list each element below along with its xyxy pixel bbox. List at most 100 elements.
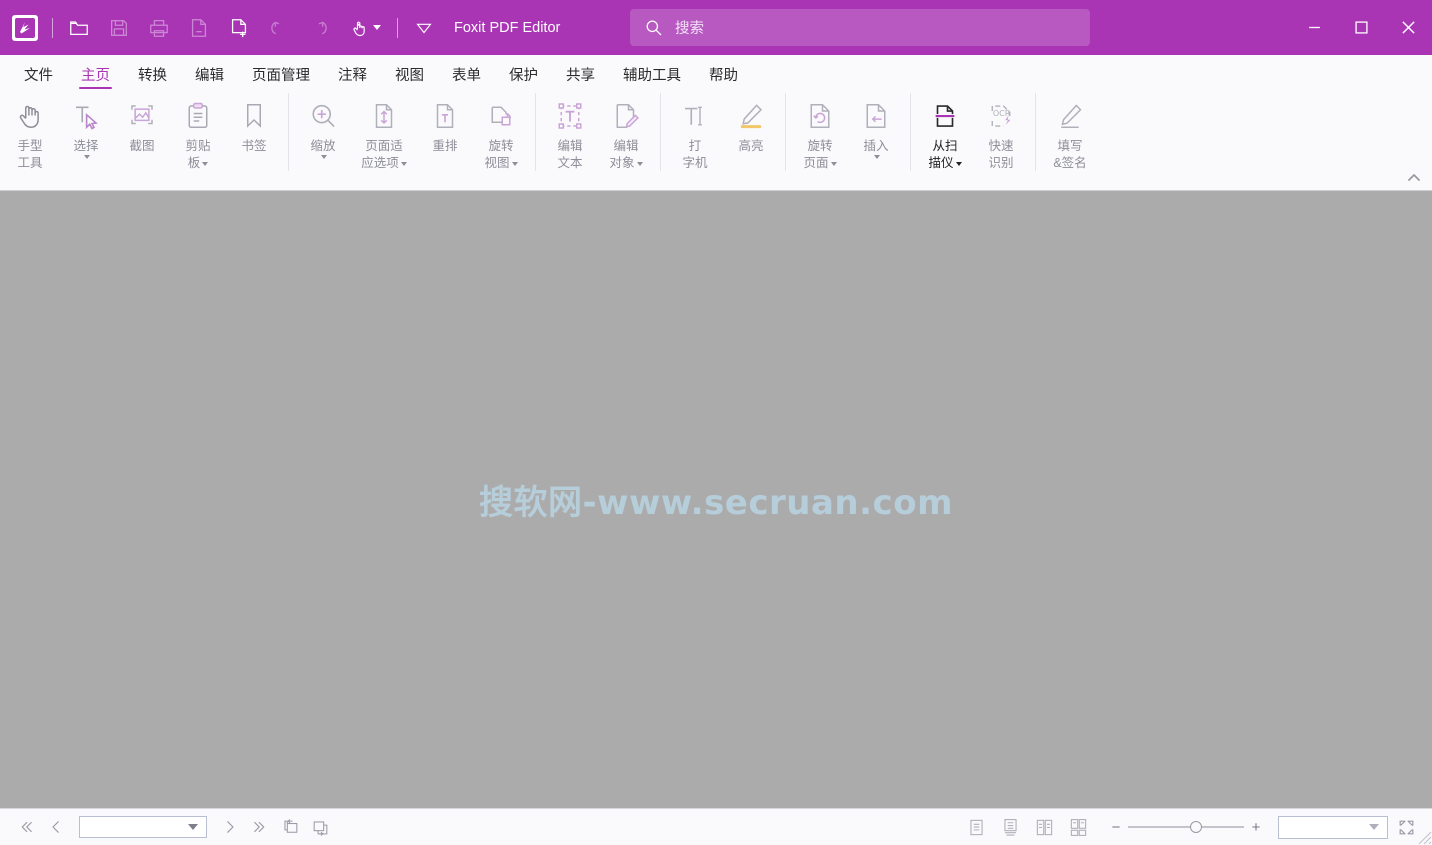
ribbon-label-line2: 对象	[598, 156, 654, 171]
ribbon-label-line2: 识别	[988, 156, 1014, 170]
ribbon-button-select[interactable]: 选择	[58, 90, 114, 176]
last-page-button[interactable]	[246, 813, 274, 841]
fullscreen-button[interactable]	[1390, 812, 1422, 842]
next-page-button[interactable]	[216, 813, 244, 841]
undo-button[interactable]	[259, 8, 299, 48]
edit-text-icon	[555, 95, 585, 137]
zoom-slider-control[interactable]: − +	[1108, 819, 1264, 836]
hand-tool-icon	[15, 95, 45, 137]
ribbon-button-bookmark[interactable]: 书签	[226, 90, 282, 176]
fill-sign-pen-icon	[1055, 95, 1085, 137]
tab-protect[interactable]: 保护	[495, 68, 552, 91]
tab-form[interactable]: 表单	[438, 68, 495, 91]
search-icon	[644, 18, 663, 37]
ribbon-label-line2: 页面	[792, 156, 848, 171]
chevron-right-icon	[227, 821, 234, 833]
qat-separator-2	[397, 17, 398, 38]
search-input[interactable]: 搜索	[630, 9, 1090, 46]
ribbon-button-hand-tool[interactable]: 手型 工具	[2, 90, 58, 176]
ribbon-group-edit: 编辑 文本 编辑 对象	[542, 90, 654, 180]
print-button[interactable]	[139, 8, 179, 48]
tab-share[interactable]: 共享	[552, 68, 609, 91]
ribbon-label-line1: 高亮	[738, 139, 764, 153]
page-navigation	[0, 813, 334, 841]
chevron-up-icon	[1408, 173, 1420, 181]
ribbon-button-insert-page[interactable]: 插入	[848, 90, 904, 176]
ribbon-button-quick-ocr[interactable]: OCR 快速 识别	[973, 90, 1029, 176]
tab-home[interactable]: 主页	[67, 68, 124, 91]
ribbon-button-edit-object[interactable]: 编辑 对象	[598, 90, 654, 176]
redo-button[interactable]	[299, 8, 339, 48]
chevron-down-icon	[830, 161, 837, 166]
tab-edit[interactable]: 编辑	[181, 68, 238, 91]
email-button[interactable]	[179, 8, 219, 48]
close-button[interactable]	[1385, 0, 1432, 55]
page-number-input[interactable]	[79, 816, 207, 838]
single-page-view-button[interactable]	[960, 812, 992, 842]
ribbon-button-rotate-page[interactable]: 旋转 页面	[792, 90, 848, 176]
collapse-ribbon-button[interactable]	[1404, 168, 1424, 186]
ribbon-button-reflow[interactable]: 重排	[417, 90, 473, 176]
ribbon-button-fill-and-sign[interactable]: 填写 &签名	[1042, 90, 1098, 176]
ribbon-dropdown-caret[interactable]	[82, 155, 90, 159]
printer-icon	[148, 17, 170, 39]
zoom-level-dropdown[interactable]	[1278, 815, 1388, 839]
document-viewport[interactable]: 搜软网-www.secruan.com	[0, 190, 1432, 808]
open-file-button[interactable]	[59, 8, 99, 48]
save-button[interactable]	[99, 8, 139, 48]
tab-comment[interactable]: 注释	[324, 68, 381, 91]
document-plus-icon	[228, 17, 250, 39]
ribbon-label-line1: 插入	[863, 139, 889, 153]
ocr-icon: OCR	[986, 95, 1016, 137]
maximize-button[interactable]	[1338, 0, 1385, 55]
tab-accessibility[interactable]: 辅助工具	[609, 68, 695, 91]
reflow-text-icon	[430, 95, 460, 137]
zoom-slider-track[interactable]	[1128, 821, 1244, 833]
two-page-view-button[interactable]	[1028, 812, 1060, 842]
ribbon-label-line1: 剪贴	[185, 139, 211, 153]
first-page-button[interactable]	[12, 813, 40, 841]
ribbon-button-highlight[interactable]: 高亮	[723, 90, 779, 176]
ribbon-button-fit-page[interactable]: 页面适 应选项	[351, 90, 417, 176]
ribbon-button-from-scanner[interactable]: 从扫 描仪	[917, 90, 973, 176]
ribbon-dropdown-caret[interactable]	[872, 155, 880, 159]
ribbon-button-clipboard[interactable]: 剪贴 板	[170, 90, 226, 176]
select-text-icon	[71, 95, 101, 137]
ribbon-button-snapshot[interactable]: 截图	[114, 90, 170, 176]
continuous-scroll-view-button[interactable]	[994, 812, 1026, 842]
ribbon-dropdown-caret[interactable]	[319, 155, 327, 159]
quick-access-toolbar: Foxit PDF Editor	[0, 8, 560, 48]
ribbon-label-line1: 编辑	[557, 139, 583, 153]
ribbon-label-line1: 旋转	[807, 139, 833, 153]
two-page-continuous-view-button[interactable]	[1062, 812, 1094, 842]
folder-open-icon	[68, 17, 90, 39]
zoom-in-button[interactable]: +	[1248, 819, 1264, 836]
chevron-down-icon	[955, 161, 962, 166]
ribbon-button-typewriter[interactable]: 打 字机	[667, 90, 723, 176]
ribbon-label-line2: 文本	[557, 156, 583, 170]
rotate-page-icon	[805, 95, 835, 137]
customize-toolbar-button[interactable]	[404, 8, 444, 48]
ribbon-label-line1: 重排	[432, 139, 458, 153]
foxit-logo-icon	[12, 14, 38, 41]
rotate-view-icon	[486, 95, 516, 137]
tab-file[interactable]: 文件	[10, 68, 67, 91]
ribbon-button-rotate-view[interactable]: 旋转 视图	[473, 90, 529, 176]
ribbon-group-tools: 手型 工具 选择 截图 剪贴 板 书签	[2, 90, 282, 180]
ribbon-button-zoom[interactable]: 缩放	[295, 90, 351, 176]
zoom-out-button[interactable]: −	[1108, 819, 1124, 836]
ribbon-label-line1: 选择	[73, 139, 99, 153]
foxit-pdf-editor-window: Foxit PDF Editor 搜索 文件 主页 转换 编辑 页面管理 注释 …	[0, 0, 1432, 845]
previous-page-button[interactable]	[42, 813, 70, 841]
create-pdf-button[interactable]	[219, 8, 259, 48]
tab-convert[interactable]: 转换	[124, 68, 181, 91]
zoom-slider-thumb[interactable]	[1190, 821, 1202, 833]
ribbon-button-edit-text[interactable]: 编辑 文本	[542, 90, 598, 176]
next-view-button[interactable]	[306, 813, 334, 841]
touch-mode-button[interactable]	[339, 8, 391, 48]
minimize-button[interactable]	[1291, 0, 1338, 55]
tab-help[interactable]: 帮助	[695, 68, 752, 91]
tab-page-manage[interactable]: 页面管理	[238, 68, 324, 91]
previous-view-button[interactable]	[276, 813, 304, 841]
tab-view[interactable]: 视图	[381, 68, 438, 91]
